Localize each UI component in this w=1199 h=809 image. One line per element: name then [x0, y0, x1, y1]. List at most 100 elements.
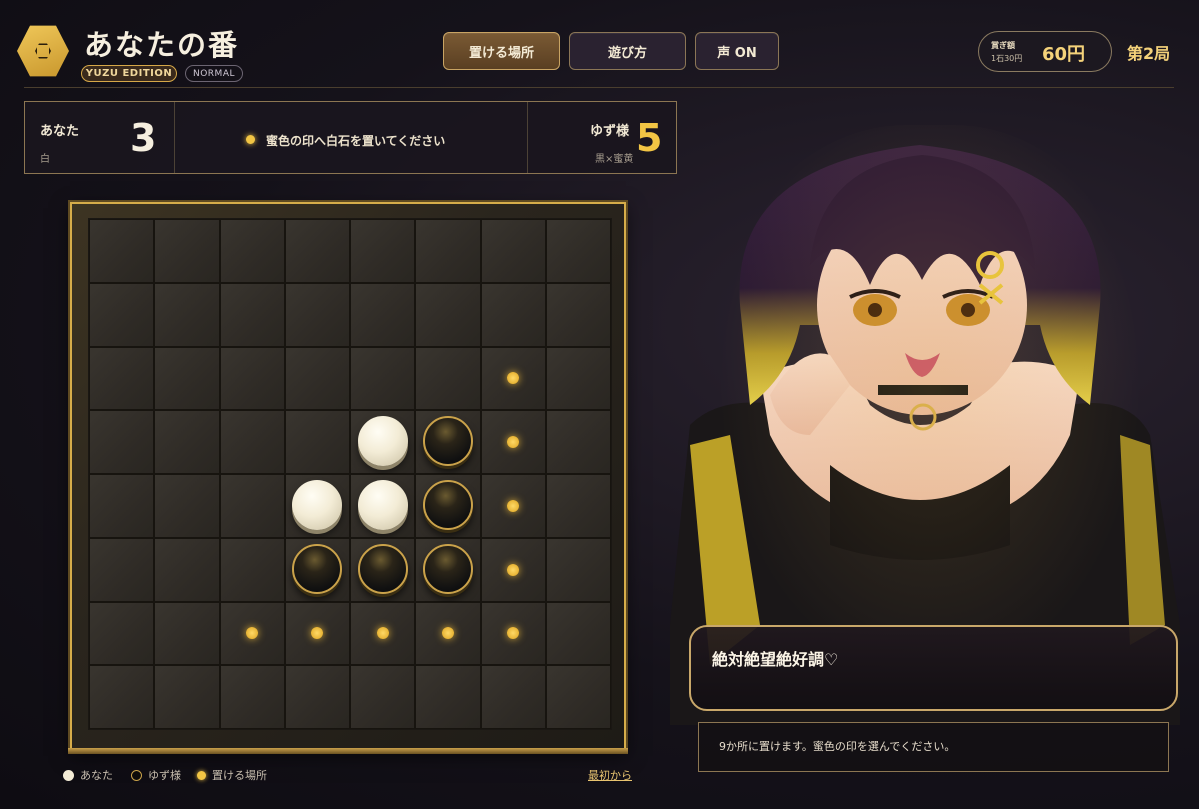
board-cell-r6c0	[89, 601, 155, 666]
board-cell-r6c1	[154, 601, 220, 666]
board-cell-r0c6	[480, 219, 546, 283]
white-disc	[357, 416, 408, 467]
placeable-marker[interactable]	[507, 499, 520, 512]
board-cell-r4c3	[284, 474, 350, 538]
board-cell-r2c0	[89, 346, 155, 411]
status-box: 9か所に置けます。蜜色の印を選んでください。	[698, 722, 1169, 772]
difficulty-badge: NORMAL	[185, 65, 243, 82]
header-divider	[24, 87, 1174, 88]
board-cell-r6c7	[545, 601, 611, 666]
turn-title: あなたの番	[84, 28, 240, 62]
black-disc	[292, 543, 343, 594]
placeable-marker[interactable]	[441, 627, 454, 640]
speech-bubble: 絶対絶望絶好調♡	[689, 625, 1178, 711]
placeable-marker[interactable]	[246, 627, 259, 640]
board-cell-r4c6[interactable]	[480, 474, 546, 538]
board-cell-r0c5	[415, 219, 481, 283]
legend-opponent-label: ゆず様	[148, 769, 181, 782]
placeable-marker[interactable]	[507, 436, 520, 449]
board-cell-r5c6[interactable]	[480, 537, 546, 602]
board-cell-r0c1	[154, 219, 220, 283]
board-cell-r0c3	[284, 219, 350, 283]
board-cell-r4c5	[415, 474, 481, 538]
board-cell-r5c5	[415, 537, 481, 602]
white-disc	[292, 479, 343, 530]
bet-rate: 1石30円	[991, 54, 1023, 63]
divider	[527, 102, 528, 173]
board-cell-r0c7	[545, 219, 611, 283]
board-cell-r5c1	[154, 537, 220, 602]
board-cell-r0c0	[89, 219, 155, 283]
board-cell-r3c1	[154, 410, 220, 474]
hexagon-icon	[35, 43, 51, 59]
opponent-name: ゆず様	[590, 124, 630, 139]
voice-toggle-button[interactable]: 声 ON	[695, 32, 779, 70]
board-cell-r3c2	[219, 410, 285, 474]
board-frame	[68, 202, 628, 754]
placeable-marker[interactable]	[507, 563, 520, 576]
board-cell-r7c7	[545, 665, 611, 729]
divider	[174, 102, 175, 173]
board-cell-r1c0	[89, 282, 155, 347]
turn-message: 蜜色の印へ白石を置いてください	[266, 134, 446, 148]
placeable-marker[interactable]	[507, 372, 520, 385]
bet-display: 賞ぎ額 1石30円 60円	[978, 31, 1112, 72]
speech-text: 絶対絶望絶好調♡	[712, 650, 839, 669]
board-cell-r3c4	[350, 410, 416, 474]
white-disc-icon	[63, 769, 74, 781]
board-cell-r1c4	[350, 282, 416, 347]
show-placeable-button[interactable]: 置ける場所	[443, 32, 560, 70]
board-cell-r5c4	[350, 537, 416, 602]
board-cell-r0c2	[219, 219, 285, 283]
character-glow	[700, 125, 1160, 705]
legend-opponent: ゆず様	[131, 767, 181, 783]
hint-dot-icon	[246, 135, 255, 144]
legend-you: あなた	[63, 767, 113, 783]
board-cell-r6c2[interactable]	[219, 601, 285, 666]
placeable-marker[interactable]	[507, 627, 520, 640]
board-cell-r3c5	[415, 410, 481, 474]
black-disc	[422, 416, 473, 467]
player-name: あなた	[40, 124, 80, 139]
othello-board	[88, 218, 612, 730]
legend-you-label: あなた	[80, 769, 113, 782]
edition-badge: YUZU EDITION	[81, 65, 177, 82]
board-cell-r5c3	[284, 537, 350, 602]
board-cell-r3c0	[89, 410, 155, 474]
board-cell-r1c5	[415, 282, 481, 347]
placeable-dot-icon	[197, 770, 206, 780]
board-cell-r5c0	[89, 537, 155, 602]
board-cell-r1c7	[545, 282, 611, 347]
placeable-marker[interactable]	[311, 627, 324, 640]
board-cell-r0c4	[350, 219, 416, 283]
board-cell-r3c7	[545, 410, 611, 474]
board-cell-r3c6[interactable]	[480, 410, 546, 474]
black-disc	[422, 543, 473, 594]
board-cell-r7c0	[89, 665, 155, 729]
board-cell-r2c6[interactable]	[480, 346, 546, 411]
board-cell-r3c3	[284, 410, 350, 474]
bet-amount: 60円	[1042, 44, 1086, 65]
app-logo-hexagon	[17, 25, 69, 77]
board-cell-r6c6[interactable]	[480, 601, 546, 666]
board-cell-r5c7	[545, 537, 611, 602]
board-cell-r7c3	[284, 665, 350, 729]
board-cell-r2c5	[415, 346, 481, 411]
reset-link[interactable]: 最初から	[588, 767, 632, 783]
board-cell-r2c2	[219, 346, 285, 411]
player-score: 3	[130, 116, 157, 160]
board-cell-r4c7	[545, 474, 611, 538]
board-cell-r7c1	[154, 665, 220, 729]
board-cell-r6c3[interactable]	[284, 601, 350, 666]
board-cell-r2c4	[350, 346, 416, 411]
score-bar: あなた 白 3 蜜色の印へ白石を置いてください ゆず様 黒×蜜黄 5	[24, 101, 677, 174]
black-disc	[357, 543, 408, 594]
board-cell-r2c3	[284, 346, 350, 411]
board-cell-r6c5[interactable]	[415, 601, 481, 666]
placeable-marker[interactable]	[376, 627, 389, 640]
legend-placeable: 置ける場所	[197, 767, 267, 783]
opponent-color: 黒×蜜黄	[595, 154, 634, 165]
board-cell-r6c4[interactable]	[350, 601, 416, 666]
how-to-play-button[interactable]: 遊び方	[569, 32, 686, 70]
board-cell-r4c2	[219, 474, 285, 538]
